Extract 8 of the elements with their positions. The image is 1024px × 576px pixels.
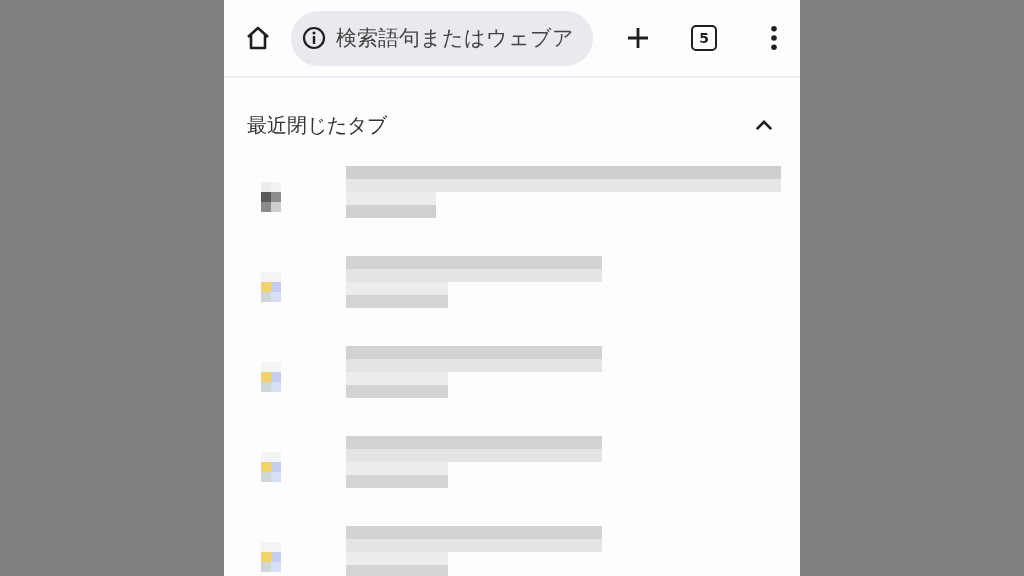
chevron-icon[interactable] <box>755 119 773 131</box>
info-icon[interactable] <box>302 26 326 50</box>
address-placeholder: 検索語句またはウェブア <box>336 25 574 52</box>
new-tab-icon[interactable] <box>626 26 650 50</box>
menu-icon[interactable] <box>770 25 778 51</box>
section-title: 最近閉じたタブ <box>247 111 387 139</box>
tab-count-button[interactable]: 5 <box>691 25 717 51</box>
address-bar[interactable]: 検索語句またはウェブア <box>291 10 593 66</box>
